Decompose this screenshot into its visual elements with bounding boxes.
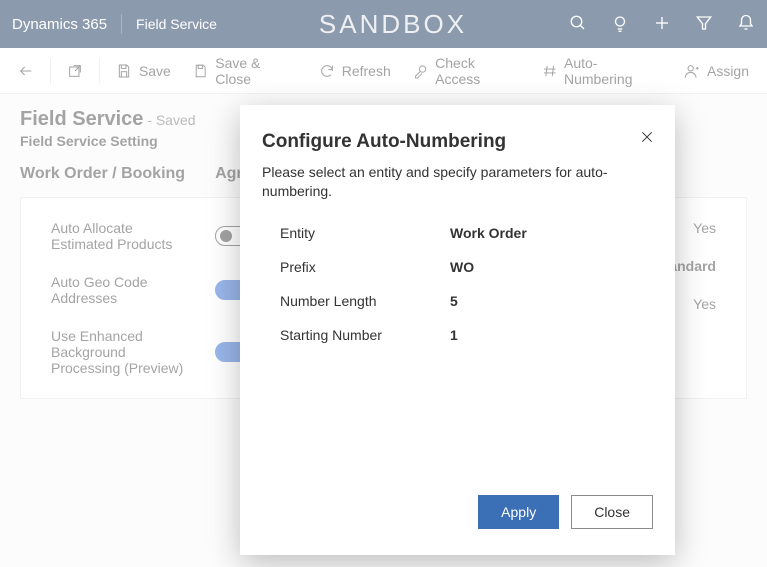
prefix-value[interactable]: WO [450,259,474,275]
entity-value[interactable]: Work Order [450,225,527,241]
apply-button[interactable]: Apply [478,495,559,529]
starting-number-value[interactable]: 1 [450,327,458,343]
number-length-label: Number Length [280,293,450,309]
auto-numbering-dialog: Configure Auto-Numbering Please select a… [240,105,675,555]
dialog-description: Please select an entity and specify para… [262,163,653,201]
prefix-label: Prefix [280,259,450,275]
dialog-title: Configure Auto-Numbering [262,131,653,153]
number-length-value[interactable]: 5 [450,293,458,309]
starting-number-label: Starting Number [280,327,450,343]
entity-label: Entity [280,225,450,241]
close-icon[interactable] [639,129,655,148]
close-button[interactable]: Close [571,495,653,529]
